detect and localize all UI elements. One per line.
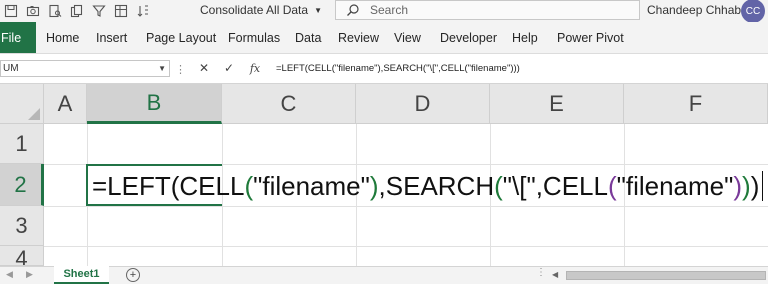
column-header-a[interactable]: A bbox=[44, 84, 87, 124]
name-box[interactable]: UM ▼ bbox=[0, 60, 170, 77]
tab-data[interactable]: Data bbox=[295, 22, 321, 53]
column-header-f[interactable]: F bbox=[624, 84, 768, 124]
table-icon[interactable] bbox=[112, 2, 130, 20]
formula-token: "filename" bbox=[616, 170, 734, 201]
save-icon[interactable] bbox=[2, 2, 20, 20]
cancel-icon[interactable]: ✕ bbox=[195, 58, 213, 78]
cell-b2-formula[interactable]: =LEFT(CELL("filename") ,SEARCH("\[",CELL(… bbox=[92, 166, 764, 206]
formula-bar-grip[interactable]: ⋮ bbox=[175, 63, 186, 76]
sort-icon[interactable] bbox=[134, 2, 152, 20]
sheet-tab-bar: ◀ ▶ Sheet1 + ⋮ ◀ bbox=[0, 266, 768, 284]
horizontal-scrollbar[interactable]: ⋮ ◀ bbox=[536, 267, 768, 283]
select-all-triangle-icon bbox=[28, 108, 40, 120]
search-box[interactable]: Search bbox=[335, 0, 640, 20]
formula-token: "\[",CELL bbox=[502, 170, 608, 201]
name-box-value: UM bbox=[3, 63, 19, 74]
row-header-1[interactable]: 1 bbox=[0, 124, 44, 164]
tab-developer[interactable]: Developer bbox=[440, 22, 497, 53]
column-header-e[interactable]: E bbox=[490, 84, 624, 124]
document-title-text: Consolidate All Data bbox=[200, 3, 309, 17]
quick-access-toolbar bbox=[2, 1, 152, 21]
row-header-2[interactable]: 2 bbox=[0, 164, 44, 206]
row-header-4[interactable]: 4 bbox=[0, 246, 44, 266]
column-header-b[interactable]: B bbox=[87, 84, 222, 124]
title-bar: Consolidate All Data ▼ Search Chandeep C… bbox=[0, 0, 768, 23]
text-cursor bbox=[762, 171, 764, 201]
scrollbar-grip-icon[interactable]: ⋮ bbox=[536, 267, 546, 278]
scroll-left-icon[interactable]: ◀ bbox=[6, 269, 13, 280]
formula-paren: ( bbox=[494, 170, 503, 201]
formula-paren: ( bbox=[607, 170, 617, 201]
gridline bbox=[44, 246, 768, 247]
tab-view[interactable]: View bbox=[394, 22, 421, 53]
print-preview-icon[interactable] bbox=[46, 2, 64, 20]
avatar[interactable]: CC bbox=[741, 0, 765, 23]
formula-paren: ( bbox=[244, 170, 254, 201]
tab-home[interactable]: Home bbox=[46, 22, 79, 53]
camera-icon[interactable] bbox=[24, 2, 42, 20]
copy-icon[interactable] bbox=[68, 2, 86, 20]
filter-icon[interactable] bbox=[90, 2, 108, 20]
sheet-tab-sheet1[interactable]: Sheet1 bbox=[54, 266, 109, 284]
chevron-down-icon[interactable]: ▼ bbox=[158, 64, 166, 73]
formula-token: "filename" bbox=[253, 170, 370, 201]
formula-paren: ) bbox=[733, 170, 743, 201]
formula-token: =LEFT(CELL bbox=[92, 170, 245, 201]
gridline bbox=[44, 206, 768, 207]
tab-review[interactable]: Review bbox=[338, 22, 379, 53]
search-placeholder: Search bbox=[370, 3, 409, 17]
worksheet-grid[interactable]: A B C D E F 1 2 3 4 =LEFT(CELL("filename… bbox=[0, 84, 768, 266]
row-header-3[interactable]: 3 bbox=[0, 206, 44, 246]
formula-input[interactable]: =LEFT(CELL("filename"),SEARCH("\[",CELL(… bbox=[276, 60, 768, 77]
tab-insert[interactable]: Insert bbox=[96, 22, 127, 53]
column-header-d[interactable]: D bbox=[356, 84, 490, 124]
select-all-button[interactable] bbox=[0, 84, 44, 124]
formula-token: ,SEARCH bbox=[378, 170, 495, 201]
formula-paren: ) bbox=[750, 170, 760, 201]
tab-page-layout[interactable]: Page Layout bbox=[146, 22, 216, 53]
scroll-left-arrow-icon[interactable]: ◀ bbox=[552, 270, 558, 279]
formula-paren: ) bbox=[369, 170, 379, 201]
insert-function-button[interactable]: fx bbox=[246, 58, 264, 78]
scroll-right-icon[interactable]: ▶ bbox=[26, 269, 33, 280]
tab-power-pivot[interactable]: Power Pivot bbox=[557, 22, 624, 53]
tab-formulas[interactable]: Formulas bbox=[228, 22, 280, 53]
ribbon-tabs: File Home Insert Page Layout Formulas Da… bbox=[0, 22, 768, 54]
column-header-c[interactable]: C bbox=[222, 84, 356, 124]
tab-help[interactable]: Help bbox=[512, 22, 538, 53]
chevron-down-icon: ▼ bbox=[314, 5, 322, 15]
document-title[interactable]: Consolidate All Data ▼ bbox=[200, 3, 322, 17]
add-sheet-button[interactable]: + bbox=[126, 268, 140, 282]
formula-bar: UM ▼ ⋮ ✕ ✓ fx =LEFT(CELL("filename"),SEA… bbox=[0, 54, 768, 84]
search-icon bbox=[347, 4, 359, 16]
check-icon[interactable]: ✓ bbox=[220, 58, 238, 78]
tab-file[interactable]: File bbox=[0, 22, 36, 53]
user-name[interactable]: Chandeep Chhabra bbox=[647, 3, 752, 17]
formula-paren: ) bbox=[742, 170, 751, 201]
scrollbar-thumb[interactable] bbox=[566, 271, 766, 280]
